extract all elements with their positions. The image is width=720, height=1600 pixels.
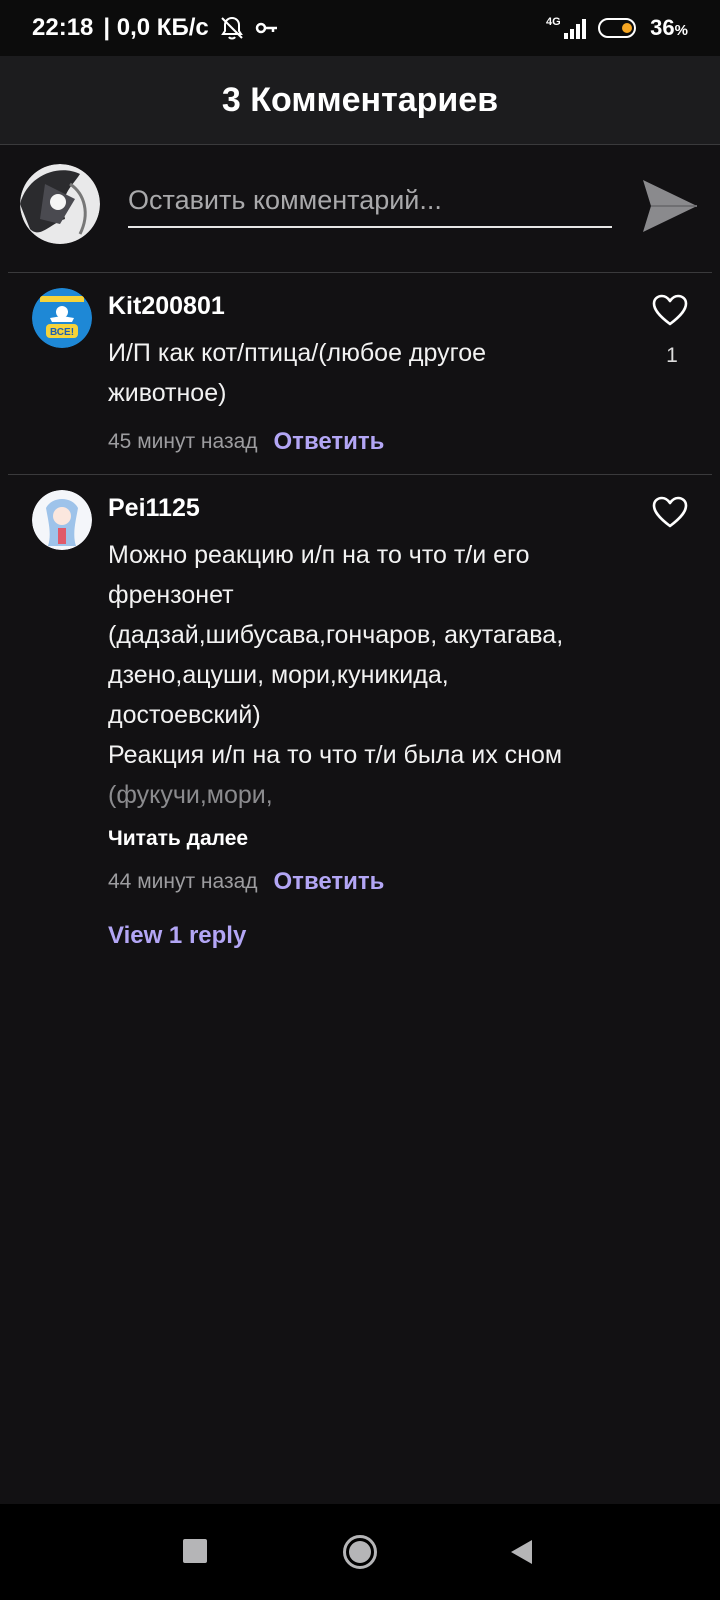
comment-timestamp: 44 минут назад xyxy=(108,870,258,893)
comment-timestamp: 45 минут назад xyxy=(108,430,258,453)
status-time: 22:18 xyxy=(32,14,94,41)
svg-text:ВСЕ!: ВСЕ! xyxy=(50,327,74,338)
comments-header: 3 Комментариев xyxy=(0,56,720,145)
battery-level: 36% xyxy=(650,15,688,40)
heart-icon xyxy=(652,496,688,528)
comment-text: Можно реакцию и/п на то что т/и его френ… xyxy=(108,541,564,809)
divider xyxy=(8,474,712,475)
system-nav-bar xyxy=(0,1504,720,1600)
current-user-avatar[interactable] xyxy=(20,164,100,244)
reply-button[interactable]: Ответить xyxy=(274,428,385,456)
status-bar: 22:18 | 0,0 КБ/с 4G 36% xyxy=(0,0,720,56)
recents-button[interactable] xyxy=(182,1538,208,1569)
send-icon xyxy=(643,180,697,232)
comment-item: Pei1125 Можно реакцию и/п на то что т/и … xyxy=(0,490,720,960)
home-button[interactable] xyxy=(342,1534,378,1575)
key-icon xyxy=(255,20,279,36)
signal-icon: 4G xyxy=(544,15,588,41)
battery-icon xyxy=(598,17,640,39)
comment-text: И/П как кот/птица/(любое другое животное… xyxy=(108,339,487,407)
user-avatar[interactable] xyxy=(32,490,92,550)
back-button[interactable] xyxy=(508,1538,534,1571)
comment-input[interactable] xyxy=(128,174,612,228)
page-title: 3 Комментариев xyxy=(221,80,499,119)
comment-username[interactable]: Kit200801 xyxy=(108,292,225,321)
comment-meta: 44 минут назад Ответить xyxy=(108,868,384,896)
comment-username[interactable]: Pei1125 xyxy=(108,494,200,523)
comment-composer xyxy=(0,146,720,272)
like-button[interactable] xyxy=(652,496,692,532)
status-network-speed: | 0,0 КБ/с xyxy=(103,14,209,41)
circle-icon xyxy=(343,1535,377,1569)
view-replies-link[interactable]: View 1 reply xyxy=(108,922,246,950)
comment-item: ВСЕ! Kit200801 И/П как кот/птица/(любое … xyxy=(0,288,720,473)
send-button[interactable] xyxy=(640,176,700,236)
like-count: 1 xyxy=(666,344,678,367)
divider xyxy=(8,272,712,273)
square-icon xyxy=(183,1539,207,1563)
reply-button[interactable]: Ответить xyxy=(274,868,385,896)
comment-meta: 45 минут назад Ответить xyxy=(108,428,384,456)
back-triangle-icon xyxy=(511,1540,532,1564)
user-avatar[interactable]: ВСЕ! xyxy=(32,288,92,348)
like-button[interactable] xyxy=(652,294,692,330)
heart-icon xyxy=(652,294,688,326)
bell-muted-icon xyxy=(219,15,245,41)
svg-text:4G: 4G xyxy=(546,16,561,28)
read-more-link[interactable]: Читать далее xyxy=(108,827,248,851)
